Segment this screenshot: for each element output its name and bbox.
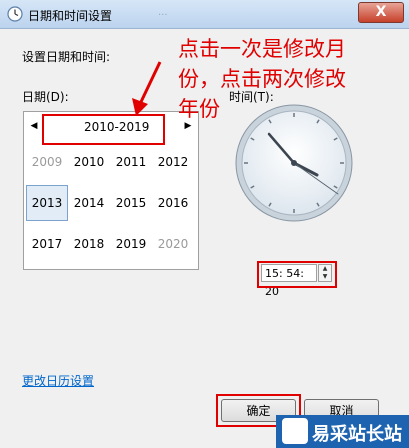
annotation-arrow-icon — [132, 61, 162, 116]
analog-clock — [235, 104, 353, 222]
year-cell[interactable]: 2012 — [152, 144, 194, 180]
date-label: 日期(D): — [22, 90, 69, 104]
year-cell[interactable]: 2018 — [68, 226, 110, 262]
heading-label: 设置日期和时间: — [22, 50, 111, 64]
window-title-extra: ... — [158, 7, 168, 18]
title-bar: 日期和时间设置 ... X — [0, 0, 409, 29]
change-calendar-settings-link[interactable]: 更改日历设置 — [22, 372, 94, 389]
close-button[interactable]: X — [358, 2, 404, 23]
year-cell[interactable]: 2009 — [26, 144, 68, 180]
year-cell[interactable]: 2016 — [152, 185, 194, 221]
year-cell[interactable]: 2017 — [26, 226, 68, 262]
window-title: 日期和时间设置 — [28, 9, 113, 23]
year-cell[interactable]: 2011 — [110, 144, 152, 180]
header-highlight — [42, 114, 165, 145]
annotation-line-1: 点击一次是修改月 — [178, 37, 346, 61]
year-cell[interactable]: 2010 — [68, 144, 110, 180]
watermark-badge: 易采站长站 — [276, 415, 409, 448]
watermark-text: 易采站长站 — [312, 424, 402, 445]
watermark-logo-icon — [282, 418, 308, 444]
year-cell[interactable]: 2019 — [110, 226, 152, 262]
clock-icon — [7, 6, 23, 22]
year-cell[interactable]: 2014 — [68, 185, 110, 221]
year-cell[interactable]: 2013 — [26, 185, 68, 221]
annotation-line-2: 份，点击两次修改 — [178, 67, 346, 91]
year-cell[interactable]: 2020 — [152, 226, 194, 262]
annotation-line-3: 年份 — [178, 97, 220, 121]
time-highlight — [257, 261, 337, 288]
next-decade-button[interactable]: ▶ — [182, 121, 194, 131]
year-cell[interactable]: 2015 — [110, 185, 152, 221]
prev-decade-button[interactable]: ◀ — [28, 121, 40, 131]
